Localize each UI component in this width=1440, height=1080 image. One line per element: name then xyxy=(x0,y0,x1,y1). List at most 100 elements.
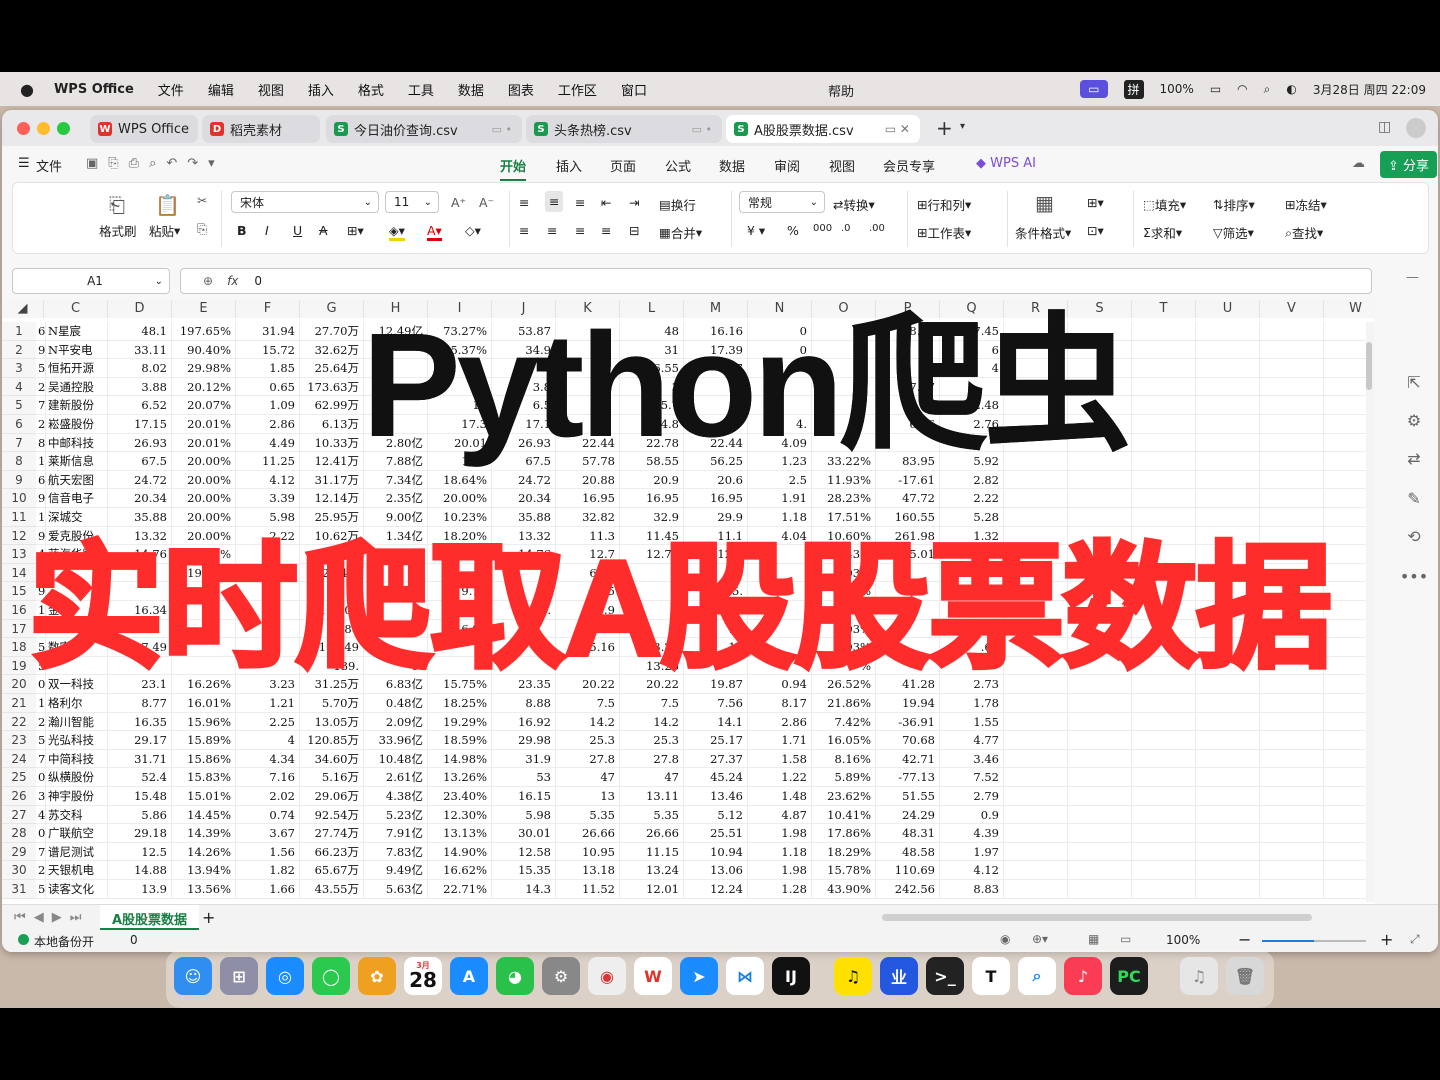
table-cell[interactable]: 110.69 xyxy=(876,861,940,880)
table-cell[interactable]: 197.65% xyxy=(172,322,236,341)
column-header[interactable]: V xyxy=(1260,300,1324,318)
table-cell[interactable]: 6 xyxy=(36,470,46,490)
table-cell[interactable]: 6.52 xyxy=(108,396,172,415)
table-cell[interactable]: 65.67万 xyxy=(300,861,364,880)
table-cell[interactable] xyxy=(1260,712,1324,732)
table-cell[interactable]: 20.34 xyxy=(108,489,172,508)
table-cell[interactable]: 2.5 xyxy=(748,470,812,490)
table-cell[interactable]: 25.51 xyxy=(684,824,748,843)
table-cell[interactable] xyxy=(1196,842,1260,862)
table-cell[interactable]: 31.71 xyxy=(108,749,172,769)
table-cell[interactable] xyxy=(1132,805,1196,825)
table-cell[interactable] xyxy=(1196,322,1260,341)
search-app-icon[interactable]: ⌕ xyxy=(1018,957,1056,995)
table-cell[interactable] xyxy=(1068,508,1132,527)
table-cell[interactable] xyxy=(1132,861,1196,880)
table-cell[interactable]: 1.98 xyxy=(748,861,812,880)
table-cell[interactable] xyxy=(1132,768,1196,787)
row-header[interactable]: 21 xyxy=(2,694,36,713)
menu-insert[interactable]: 插入 xyxy=(308,80,334,99)
align-left-icon[interactable]: ≡ xyxy=(519,223,529,238)
table-cell[interactable] xyxy=(1132,322,1196,341)
table-cell[interactable]: 27.74万 xyxy=(300,824,364,843)
table-cell[interactable] xyxy=(1004,824,1068,843)
table-cell[interactable]: 1.97 xyxy=(940,842,1004,862)
table-cell[interactable]: -77.13 xyxy=(876,768,940,787)
sign-icon[interactable]: ✎ xyxy=(1394,484,1434,512)
table-cell[interactable]: 25.3 xyxy=(620,731,684,750)
table-cell[interactable] xyxy=(1004,694,1068,713)
table-cell[interactable]: 2.79 xyxy=(940,787,1004,806)
zoom-level[interactable]: 100% xyxy=(1166,933,1200,947)
table-cell[interactable] xyxy=(1068,861,1132,880)
ime-indicator[interactable]: 拼 xyxy=(1123,79,1144,99)
format-painter-button[interactable]: 格式刷 xyxy=(99,221,137,240)
tab-oil-price[interactable]: S 今日油价查询.csv ▭ • xyxy=(326,115,522,143)
table-cell[interactable] xyxy=(1196,880,1260,899)
table-cell[interactable]: 15.35 xyxy=(492,861,556,880)
table-cell[interactable] xyxy=(1260,359,1324,378)
table-cell[interactable] xyxy=(1260,842,1324,862)
table-cell[interactable]: 12.58 xyxy=(492,842,556,862)
table-cell[interactable]: 中邮科技 xyxy=(46,433,108,453)
table-cell[interactable]: 1.09 xyxy=(236,396,300,415)
table-cell[interactable]: 19.94 xyxy=(876,694,940,713)
table-cell[interactable]: 18.59% xyxy=(428,731,492,750)
table-cell[interactable]: -17.61 xyxy=(876,470,940,490)
table-cell[interactable] xyxy=(1260,415,1324,434)
table-cell[interactable]: 5.98 xyxy=(236,508,300,527)
table-cell[interactable]: 21.86% xyxy=(812,694,876,713)
table-cell[interactable] xyxy=(1132,787,1196,806)
table-cell[interactable]: 神宇股份 xyxy=(46,787,108,806)
convert-button[interactable]: ⇄ 转换 ▾ xyxy=(833,195,875,214)
table-cell[interactable]: 1.28 xyxy=(748,880,812,899)
table-cell[interactable]: 1.18 xyxy=(748,842,812,862)
table-cell[interactable]: 8.88 xyxy=(492,694,556,713)
row-header[interactable]: 31 xyxy=(2,880,36,899)
tab-review[interactable]: 审阅 xyxy=(774,156,800,175)
new-tab-button[interactable]: + xyxy=(936,116,953,140)
table-cell[interactable]: 20.6 xyxy=(684,470,748,490)
table-cell[interactable] xyxy=(1260,377,1324,397)
table-cell[interactable]: 0.74 xyxy=(236,805,300,825)
table-cell[interactable]: 29.18 xyxy=(108,824,172,843)
column-header[interactable]: C xyxy=(44,300,108,318)
table-cell[interactable]: 5 xyxy=(36,731,46,750)
table-cell[interactable]: 2.82 xyxy=(940,470,1004,490)
table-cell[interactable]: 26.66 xyxy=(620,824,684,843)
table-cell[interactable]: 48.58 xyxy=(876,842,940,862)
table-cell[interactable]: 2.61亿 xyxy=(364,768,428,787)
minimize-ribbon-icon[interactable]: — xyxy=(1406,270,1419,285)
table-cell[interactable]: 20.00% xyxy=(172,489,236,508)
table-cell[interactable]: 15.89% xyxy=(172,731,236,750)
table-cell[interactable]: 1.21 xyxy=(236,694,300,713)
avatar[interactable] xyxy=(1406,118,1426,138)
table-cell[interactable]: 1.91 xyxy=(748,489,812,508)
table-cell[interactable]: 5.12 xyxy=(684,805,748,825)
table-cell[interactable] xyxy=(1004,470,1068,490)
zoom-formula-icon[interactable]: ⊕ xyxy=(203,274,213,288)
justify-icon[interactable]: ≡ xyxy=(601,223,611,238)
table-cell[interactable] xyxy=(1260,694,1324,713)
file-menu[interactable]: 文件 xyxy=(36,156,62,175)
table-cell[interactable]: 29.98 xyxy=(492,731,556,750)
table-cell[interactable] xyxy=(1132,377,1196,397)
table-cell[interactable]: 12.01 xyxy=(620,880,684,899)
table-cell[interactable]: 1.71 xyxy=(748,731,812,750)
table-cell[interactable]: 建新股份 xyxy=(46,396,108,415)
table-cell[interactable]: 16.01% xyxy=(172,694,236,713)
table-cell[interactable]: 2 xyxy=(36,415,46,434)
column-header[interactable]: D xyxy=(108,300,172,318)
close-window-button[interactable] xyxy=(17,122,30,135)
table-cell[interactable]: 谱尼测试 xyxy=(46,842,108,862)
finder-icon[interactable]: ☺ xyxy=(174,957,212,995)
vscode-icon[interactable]: ⋈ xyxy=(726,957,764,995)
table-cell[interactable]: 8.02 xyxy=(108,359,172,378)
table-cell[interactable]: 67.5 xyxy=(108,452,172,471)
row-header[interactable]: 9 xyxy=(2,470,36,490)
table-cell[interactable]: 12.41万 xyxy=(300,452,364,471)
table-cell[interactable]: 10.23% xyxy=(428,508,492,527)
table-cell[interactable] xyxy=(1132,824,1196,843)
table-cell[interactable]: 1.55 xyxy=(940,712,1004,732)
table-cell[interactable]: 14.3 xyxy=(492,880,556,899)
